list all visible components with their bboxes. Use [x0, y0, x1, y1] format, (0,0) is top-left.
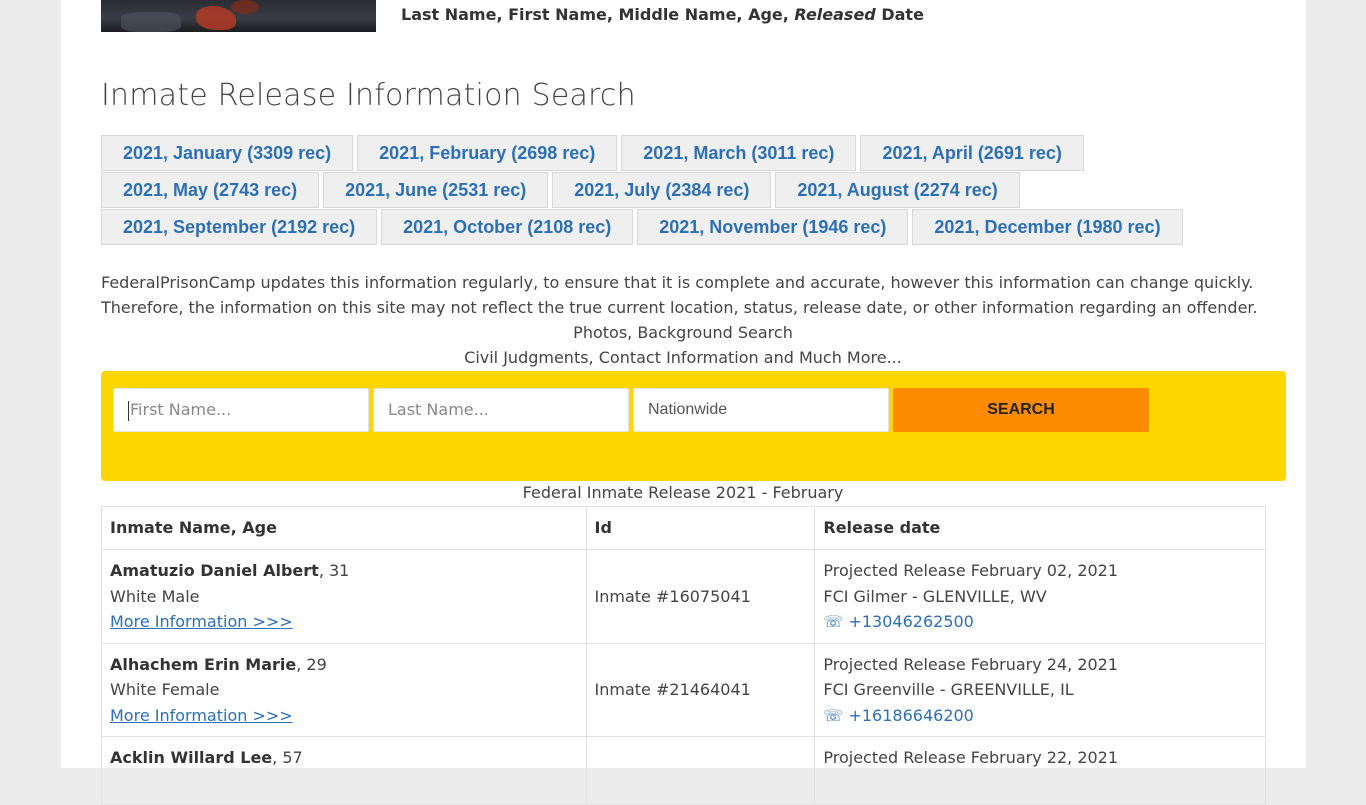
- facility-phone-link[interactable]: ☏ +16186646200: [823, 706, 973, 725]
- month-row: 2021, September (2192 rec) 2021, October…: [101, 209, 1201, 245]
- inmate-age: , 29: [296, 654, 327, 674]
- table-header-row: Inmate Name, Age Id Release date: [101, 506, 1266, 550]
- more-information-link[interactable]: More Information >>>: [110, 706, 293, 725]
- disclaimer-line: FederalPrisonCamp updates this informati…: [101, 273, 1254, 292]
- month-row: 2021, May (2743 rec) 2021, June (2531 re…: [101, 172, 1201, 208]
- month-button-may[interactable]: 2021, May (2743 rec): [101, 172, 320, 208]
- inmate-id: Inmate #21464041: [585, 642, 816, 737]
- inmate-table: Inmate Name, Age Id Release date Amatuzi…: [101, 506, 1266, 805]
- promo-text: Photos, Background Search Civil Judgment…: [101, 320, 1265, 370]
- inmate-name: Acklin Willard Lee: [110, 748, 273, 767]
- header-photo: [101, 0, 376, 32]
- month-button-march[interactable]: 2021, March (3011 rec): [621, 135, 857, 171]
- column-header-name: Inmate Name, Age: [101, 506, 587, 550]
- inmate-name: Amatuzio Daniel Albert: [110, 561, 319, 580]
- last-name-input[interactable]: Last Name...: [373, 388, 629, 432]
- month-button-june[interactable]: 2021, June (2531 rec): [323, 172, 549, 208]
- month-buttons: 2021, January (3309 rec) 2021, February …: [101, 135, 1201, 246]
- column-header-release: Release date: [814, 506, 1266, 550]
- inmate-id: Inmate #16075041: [585, 549, 816, 644]
- promo-line: Civil Judgments, Contact Information and…: [464, 348, 902, 367]
- release-cell: Projected Release February 22, 2021: [814, 736, 1266, 805]
- release-date: Projected Release February 22, 2021: [823, 748, 1119, 767]
- month-button-january[interactable]: 2021, January (3309 rec): [101, 135, 354, 171]
- inmate-race-sex: White Female: [110, 680, 220, 699]
- search-bar: First Name... Last Name... Nationwide SE…: [101, 371, 1286, 481]
- inmate-name-cell: Alhachem Erin Marie, 29 White Female Mor…: [101, 642, 587, 737]
- inmate-age: , 57: [272, 748, 303, 767]
- month-row: 2021, January (3309 rec) 2021, February …: [101, 135, 1201, 171]
- month-button-september[interactable]: 2021, September (2192 rec): [101, 209, 378, 245]
- release-cell: Projected Release February 24, 2021 FCI …: [814, 642, 1266, 737]
- month-button-february[interactable]: 2021, February (2698 rec): [357, 135, 618, 171]
- release-date: Projected Release February 02, 2021: [823, 561, 1119, 580]
- table-row: Alhachem Erin Marie, 29 White Female Mor…: [101, 642, 1266, 737]
- table-caption: Federal Inmate Release 2021 - February: [522, 483, 844, 502]
- inmate-age: , 31: [318, 561, 350, 580]
- first-name-input[interactable]: First Name...: [113, 388, 369, 432]
- release-cell: Projected Release February 02, 2021 FCI …: [814, 549, 1266, 644]
- month-button-july[interactable]: 2021, July (2384 rec): [552, 172, 772, 208]
- header-caption: Last Name, First Name, Middle Name, Age,…: [401, 5, 924, 24]
- page-title: Inmate Release Information Search: [101, 78, 636, 113]
- inmate-name: Alhachem Erin Marie: [110, 654, 297, 674]
- more-information-link[interactable]: More Information >>>: [110, 612, 293, 631]
- column-header-id: Id: [585, 506, 816, 550]
- inmate-id: [585, 736, 816, 805]
- release-date: Projected Release February 24, 2021: [823, 654, 1119, 674]
- month-button-november[interactable]: 2021, November (1946 rec): [637, 209, 909, 245]
- facility: FCI Greenville - GREENVILLE, IL: [823, 680, 1074, 699]
- table-row: Acklin Willard Lee, 57 Projected Release…: [101, 736, 1266, 805]
- month-button-april[interactable]: 2021, April (2691 rec): [860, 135, 1084, 171]
- month-button-august[interactable]: 2021, August (2274 rec): [775, 172, 1020, 208]
- state-select[interactable]: Nationwide: [633, 388, 889, 432]
- facility: FCI Gilmer - GLENVILLE, WV: [823, 586, 1047, 606]
- inmate-race-sex: White Male: [110, 586, 200, 606]
- inmate-name-cell: Amatuzio Daniel Albert, 31 White Male Mo…: [101, 549, 587, 644]
- page-container: Last Name, First Name, Middle Name, Age,…: [61, 0, 1306, 805]
- month-button-october[interactable]: 2021, October (2108 rec): [381, 209, 634, 245]
- table-row: Amatuzio Daniel Albert, 31 White Male Mo…: [101, 549, 1266, 644]
- disclaimer-line: Therefore, the information on this site …: [101, 298, 1258, 317]
- inmate-name-cell: Acklin Willard Lee, 57: [101, 736, 587, 805]
- text-caret: [128, 400, 129, 421]
- promo-line: Photos, Background Search: [573, 323, 793, 342]
- month-button-december[interactable]: 2021, December (1980 rec): [912, 209, 1183, 245]
- disclaimer-text: FederalPrisonCamp updates this informati…: [101, 270, 1261, 320]
- search-button[interactable]: SEARCH: [893, 388, 1149, 432]
- facility-phone-link[interactable]: ☏ +13046262500: [823, 612, 973, 631]
